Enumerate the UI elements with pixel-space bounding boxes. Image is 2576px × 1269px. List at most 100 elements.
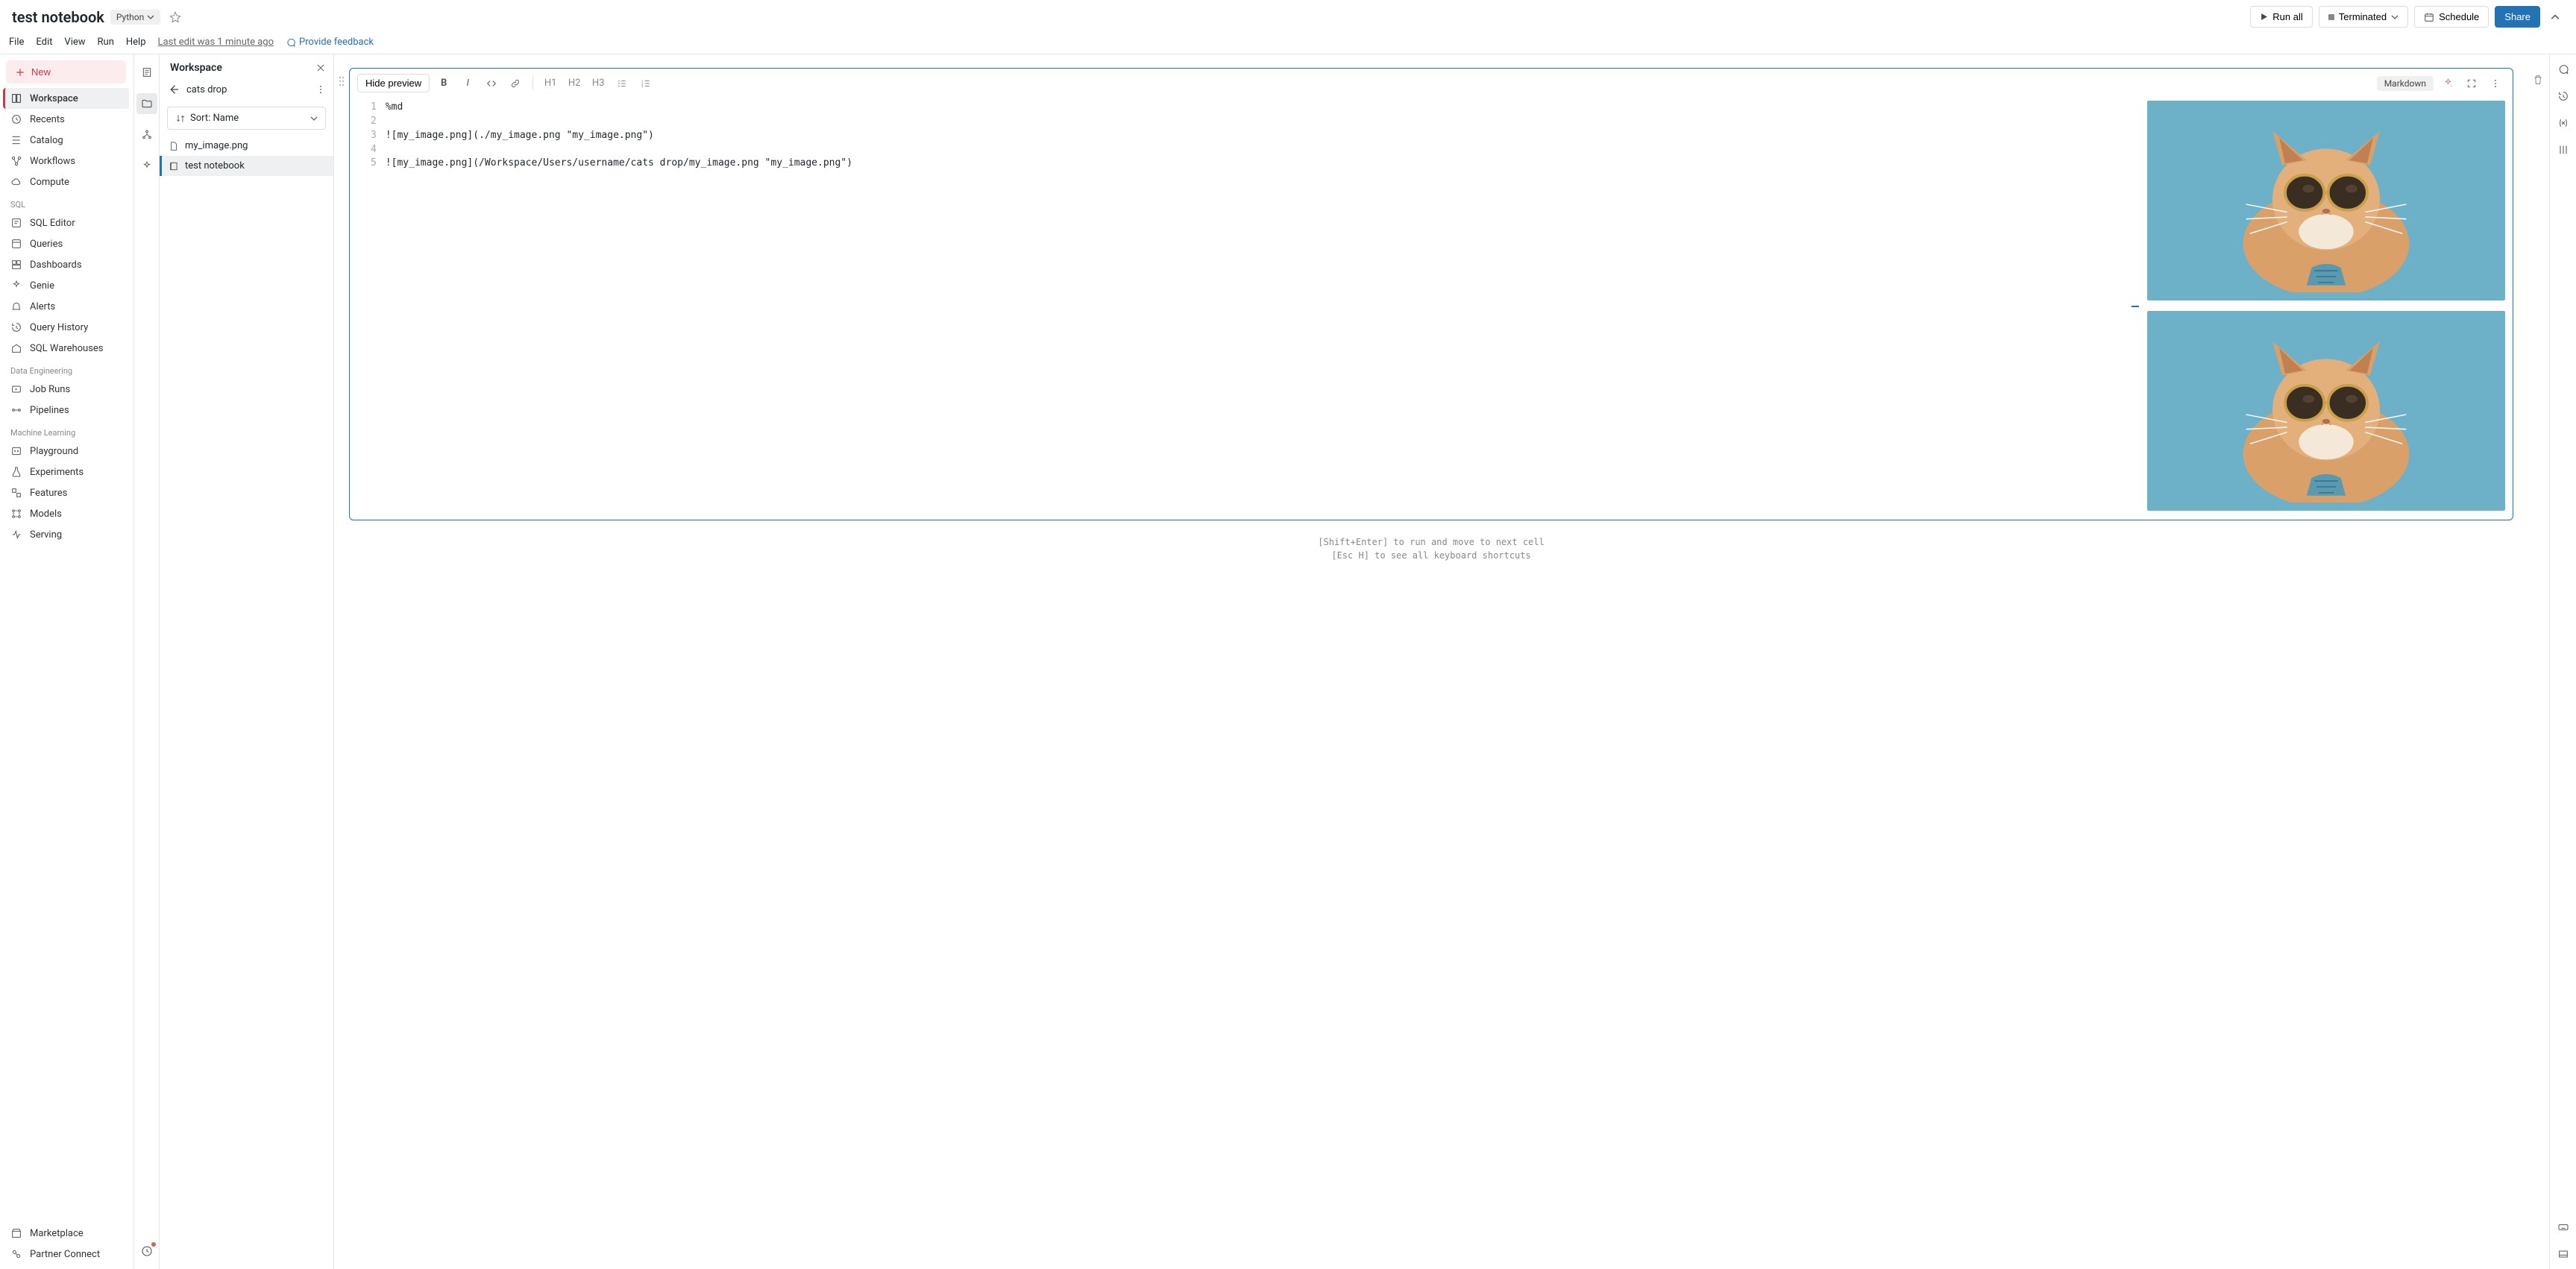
- schema-icon: [141, 129, 153, 141]
- language-selector[interactable]: Python: [110, 10, 160, 25]
- nav-workspace[interactable]: Workspace: [3, 88, 129, 109]
- nav-dashboards[interactable]: Dashboards: [3, 254, 129, 275]
- nav-alerts[interactable]: Alerts: [3, 296, 129, 317]
- menu-run[interactable]: Run: [98, 37, 114, 48]
- file-item[interactable]: my_image.png: [160, 136, 333, 156]
- collapse-header-button[interactable]: [2546, 8, 2564, 26]
- cluster-status-button[interactable]: Terminated: [2319, 6, 2408, 28]
- hide-preview-button[interactable]: Hide preview: [357, 74, 430, 92]
- history-icon: [10, 321, 22, 333]
- genie-icon: [10, 280, 22, 292]
- share-label: Share: [2504, 11, 2531, 22]
- spark-ui-button[interactable]: [2556, 142, 2571, 157]
- nav-sql-editor[interactable]: SQL Editor: [3, 212, 129, 233]
- nav-sql-warehouses[interactable]: SQL Warehouses: [3, 338, 129, 359]
- nav-compute[interactable]: Compute: [3, 171, 129, 192]
- nav-label: Queries: [30, 239, 63, 250]
- nav-queries[interactable]: Queries: [3, 233, 129, 254]
- nav-label: Pipelines: [30, 405, 69, 416]
- delete-cell-button[interactable]: [2532, 74, 2544, 86]
- nav-label: Catalog: [30, 135, 63, 146]
- sparkle-icon: [141, 160, 153, 172]
- notebook-icon: [169, 161, 179, 171]
- nav-playground[interactable]: Playground: [3, 441, 129, 462]
- menu-help[interactable]: Help: [126, 37, 146, 48]
- nav-features[interactable]: Features: [3, 482, 129, 503]
- vtab-activity[interactable]: [136, 1241, 157, 1262]
- cell-drag-handle[interactable]: [334, 54, 349, 1269]
- dashboard-icon: [10, 259, 22, 271]
- notebook-title[interactable]: test notebook: [12, 8, 104, 26]
- collapse-button[interactable]: [2556, 1247, 2571, 1262]
- pipelines-icon: [10, 404, 22, 416]
- nav-label: Models: [30, 508, 62, 520]
- code-editor[interactable]: %md ![my_image.png](./my_image.png "my_i…: [386, 101, 2123, 511]
- bullet-list-button[interactable]: [612, 75, 632, 92]
- code-button[interactable]: [482, 75, 501, 92]
- section-machine-learning: Machine Learning: [3, 421, 129, 441]
- folder-menu-button[interactable]: [315, 84, 326, 95]
- cell-type-selector[interactable]: Markdown: [2377, 76, 2434, 91]
- nav-catalog[interactable]: Catalog: [3, 130, 129, 151]
- last-edit-link[interactable]: Last edit was 1 minute ago: [158, 37, 274, 48]
- jobs-icon: [10, 383, 22, 395]
- menu-view[interactable]: View: [64, 37, 85, 48]
- italic-button[interactable]: I: [458, 75, 477, 92]
- nav-label: Recents: [30, 114, 65, 125]
- vtab-outline[interactable]: [136, 62, 157, 83]
- keyboard-shortcuts-button[interactable]: [2556, 1220, 2571, 1235]
- nav-label: Query History: [30, 322, 88, 333]
- bullet-list-icon: [616, 78, 628, 89]
- nav-pipelines[interactable]: Pipelines: [3, 400, 129, 421]
- comments-button[interactable]: [2556, 62, 2571, 77]
- nav-label: Job Runs: [30, 384, 70, 395]
- new-button[interactable]: New: [6, 60, 126, 84]
- assistant-button[interactable]: [2438, 75, 2457, 92]
- models-icon: [10, 508, 22, 520]
- catalog-icon: [10, 134, 22, 146]
- revision-history-button[interactable]: [2556, 89, 2571, 104]
- nav-query-history[interactable]: Query History: [3, 317, 129, 338]
- sort-selector[interactable]: Sort: Name: [167, 107, 326, 130]
- partner-icon: [10, 1248, 22, 1260]
- italic-icon: I: [466, 78, 468, 89]
- preview-divider[interactable]: [2132, 101, 2138, 511]
- nav-recents[interactable]: Recents: [3, 109, 129, 130]
- cell-menu-button[interactable]: [2486, 75, 2505, 92]
- nav-job-runs[interactable]: Job Runs: [3, 379, 129, 400]
- nav-experiments[interactable]: Experiments: [3, 462, 129, 482]
- nav-label: Workspace: [30, 93, 78, 104]
- nav-serving[interactable]: Serving: [3, 524, 129, 545]
- nav-workflows[interactable]: Workflows: [3, 151, 129, 171]
- vtab-assistant[interactable]: [136, 156, 157, 177]
- run-all-button[interactable]: Run all: [2250, 6, 2312, 28]
- columns-icon: [2557, 144, 2569, 156]
- feedback-link[interactable]: Provide feedback: [286, 37, 374, 48]
- vtab-schema[interactable]: [136, 125, 157, 145]
- close-panel-button[interactable]: [315, 63, 326, 73]
- h2-button[interactable]: H2: [565, 75, 584, 92]
- vtab-folder[interactable]: [136, 93, 157, 114]
- variables-button[interactable]: [2556, 116, 2571, 130]
- favorite-button[interactable]: [166, 8, 184, 26]
- nav-genie[interactable]: Genie: [3, 275, 129, 296]
- share-button[interactable]: Share: [2495, 6, 2540, 28]
- schedule-button[interactable]: Schedule: [2414, 6, 2489, 28]
- h3-button[interactable]: H3: [588, 75, 608, 92]
- nav-partner-connect[interactable]: Partner Connect: [3, 1244, 129, 1265]
- bell-icon: [10, 300, 22, 312]
- run-all-label: Run all: [2272, 11, 2302, 22]
- comment-icon: [2557, 63, 2569, 75]
- file-item[interactable]: test notebook: [160, 156, 333, 176]
- menu-file[interactable]: File: [9, 37, 24, 48]
- expand-button[interactable]: [2462, 75, 2481, 92]
- back-button[interactable]: [167, 83, 180, 96]
- status-dot-icon: [2328, 14, 2334, 20]
- menu-edit[interactable]: Edit: [36, 37, 52, 48]
- nav-models[interactable]: Models: [3, 503, 129, 524]
- link-button[interactable]: [506, 75, 525, 92]
- nav-marketplace[interactable]: Marketplace: [3, 1223, 129, 1244]
- bold-button[interactable]: B: [434, 75, 453, 92]
- h1-button[interactable]: H1: [541, 75, 560, 92]
- numbered-list-button[interactable]: 123: [636, 75, 656, 92]
